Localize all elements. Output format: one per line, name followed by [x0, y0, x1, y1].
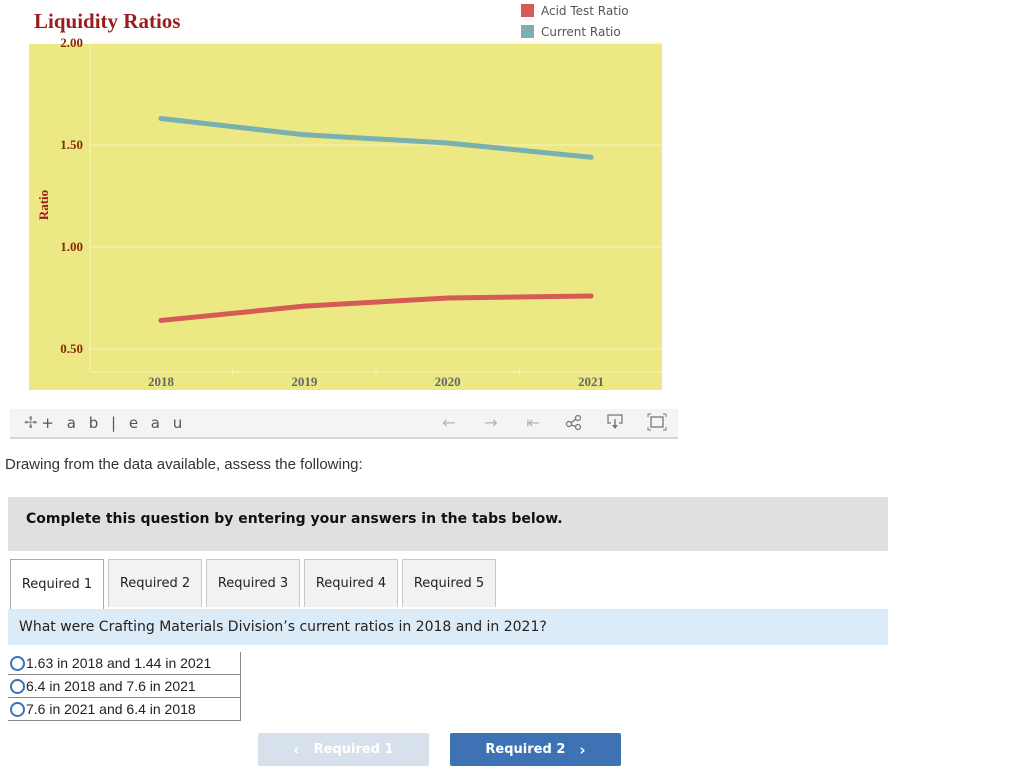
- undo-icon[interactable]: ←: [438, 413, 460, 433]
- question-text: What were Crafting Materials Division’s …: [19, 619, 547, 635]
- answer-option[interactable]: 7.6 in 2021 and 6.4 in 2018: [8, 698, 240, 721]
- answer-option[interactable]: 6.4 in 2018 and 7.6 in 2021: [8, 675, 240, 698]
- data-point-acid-test-ratio: [445, 295, 451, 301]
- line-chart: 2.00 1.50 1.00 0.50 2018 2019 2020 2021 Ratio: [29, 35, 662, 390]
- chevron-left-icon: ‹: [293, 740, 300, 759]
- plot-background: [29, 44, 662, 390]
- previous-button[interactable]: ‹ Required 1: [258, 733, 429, 766]
- data-point-current-ratio: [588, 154, 594, 160]
- tab-required-1[interactable]: Required 1: [10, 559, 104, 609]
- chevron-right-icon: ›: [579, 740, 586, 759]
- y-tick-label: 1.50: [60, 137, 83, 152]
- data-point-acid-test-ratio: [158, 317, 164, 323]
- x-tick-label: 2021: [578, 374, 604, 389]
- tab-required-4[interactable]: Required 4: [304, 559, 398, 607]
- data-point-acid-test-ratio: [588, 293, 594, 299]
- answer-option[interactable]: 1.63 in 2018 and 1.44 in 2021: [8, 652, 240, 675]
- share-icon[interactable]: [563, 413, 585, 433]
- radio-button-icon[interactable]: [10, 655, 25, 671]
- y-tick-label: 1.00: [60, 239, 83, 254]
- tab-required-2[interactable]: Required 2: [108, 559, 202, 607]
- x-tick-label: 2018: [148, 374, 175, 389]
- tableau-logo-icon: ✢: [24, 413, 38, 432]
- question-bar: What were Crafting Materials Division’s …: [8, 609, 888, 645]
- tableau-toolbar: ✢ + a b | e a u ← → ⇤: [10, 409, 678, 439]
- next-button[interactable]: Required 2 ›: [450, 733, 621, 766]
- prompt-text: Drawing from the data available, assess …: [5, 456, 363, 473]
- data-point-current-ratio: [158, 115, 164, 121]
- instructions-text: Complete this question by entering your …: [26, 511, 563, 527]
- revert-icon[interactable]: ⇤: [522, 413, 544, 433]
- tableau-logo[interactable]: ✢ + a b | e a u: [24, 413, 186, 432]
- y-axis-title: Ratio: [36, 190, 51, 220]
- answer-option-label: 6.4 in 2018 and 7.6 in 2021: [26, 678, 196, 694]
- answer-option-label: 1.63 in 2018 and 1.44 in 2021: [26, 655, 212, 671]
- download-icon[interactable]: [604, 413, 626, 433]
- radio-button-icon[interactable]: [10, 678, 25, 694]
- question-tabs: Required 1 Required 2 Required 3 Require…: [10, 559, 500, 609]
- x-tick-label: 2020: [435, 374, 461, 389]
- tab-required-5[interactable]: Required 5: [402, 559, 496, 607]
- answer-option-label: 7.6 in 2021 and 6.4 in 2018: [26, 701, 196, 717]
- redo-icon[interactable]: →: [480, 413, 502, 433]
- data-point-current-ratio: [301, 132, 307, 138]
- tableau-brand-text: + a b | e a u: [41, 413, 187, 432]
- tab-required-3[interactable]: Required 3: [206, 559, 300, 607]
- instructions-banner: Complete this question by entering your …: [8, 497, 888, 551]
- answer-options: 1.63 in 2018 and 1.44 in 2021 6.4 in 201…: [8, 652, 241, 721]
- radio-button-icon[interactable]: [10, 701, 25, 717]
- next-button-label: Required 2: [485, 742, 566, 757]
- data-point-acid-test-ratio: [301, 303, 307, 309]
- previous-button-label: Required 1: [313, 742, 394, 757]
- x-tick-label: 2019: [291, 374, 318, 389]
- y-tick-label: 2.00: [60, 35, 83, 50]
- data-point-current-ratio: [445, 140, 451, 146]
- fullscreen-icon[interactable]: [646, 413, 668, 433]
- y-tick-label: 0.50: [60, 341, 83, 356]
